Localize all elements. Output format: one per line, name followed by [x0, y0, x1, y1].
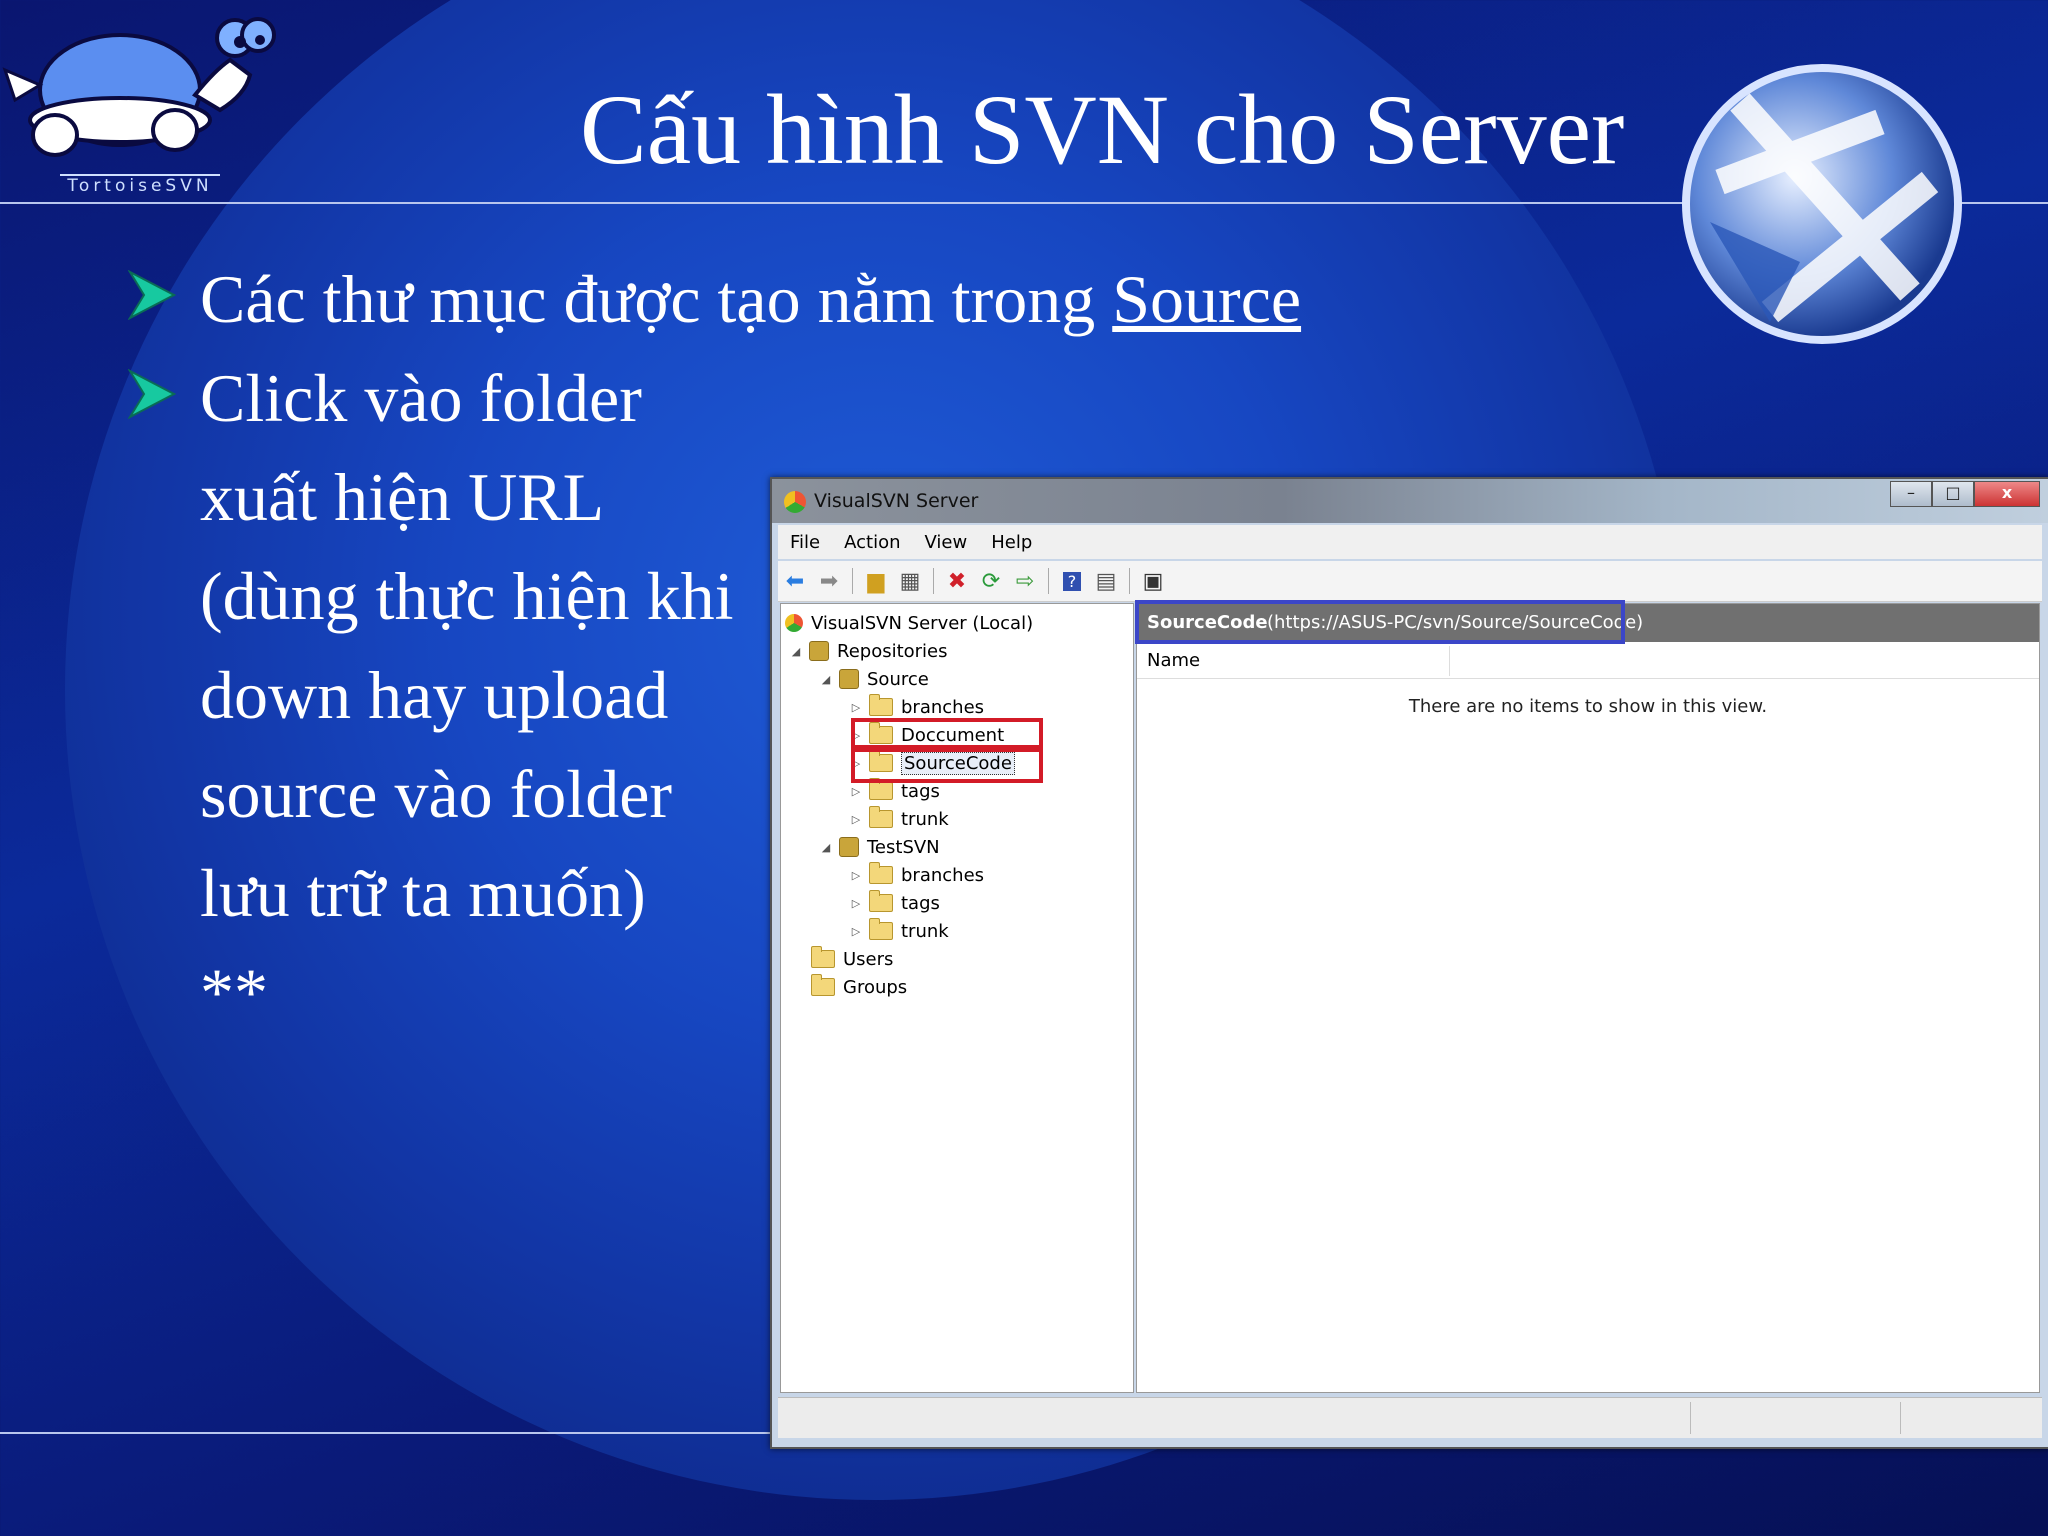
expand-arrow-icon[interactable]: ▷ — [849, 785, 863, 798]
maximize-button[interactable]: □ — [1932, 481, 1974, 507]
expand-arrow-icon[interactable]: ▷ — [849, 925, 863, 938]
column-divider[interactable] — [1449, 646, 1450, 676]
highlight-box-url — [1135, 600, 1625, 644]
refresh-icon[interactable]: ⟳ — [976, 566, 1006, 596]
toolbar-separator — [852, 568, 853, 594]
export-icon[interactable]: ⇨ — [1010, 566, 1040, 596]
expand-arrow-icon[interactable]: ▷ — [849, 813, 863, 826]
slide-title: Cấu hình SVN cho Server — [580, 74, 1625, 185]
arrow-bullet-icon — [128, 369, 176, 419]
tree-item-testsvn-trunk[interactable]: ▷ trunk — [849, 918, 949, 944]
window-titlebar[interactable]: VisualSVN Server – □ x — [772, 479, 2048, 523]
tree-label: Users — [843, 948, 894, 970]
delete-icon[interactable]: ✖ — [942, 566, 972, 596]
properties-icon[interactable]: ▣ — [1138, 566, 1168, 596]
view-icon[interactable]: ▤ — [1091, 566, 1121, 596]
footer-divider — [0, 1432, 772, 1434]
tree-item-users[interactable]: Users — [811, 946, 893, 972]
tree-item-source-branches[interactable]: ▷ branches — [849, 694, 984, 720]
folder-icon — [869, 918, 893, 940]
collapse-arrow-icon[interactable]: ◢ — [819, 841, 833, 854]
tree-item-testsvn[interactable]: ◢ TestSVN — [819, 834, 940, 860]
expand-arrow-icon[interactable]: ▷ — [849, 701, 863, 714]
folder-icon — [869, 694, 893, 716]
folder-icon — [869, 778, 893, 800]
column-name[interactable]: Name — [1147, 650, 1200, 671]
tree-label: branches — [901, 696, 985, 718]
tree-label: TestSVN — [867, 836, 940, 858]
bullet-text: Click vào folder — [200, 360, 642, 436]
tree-item-groups[interactable]: Groups — [811, 974, 907, 1000]
repository-icon — [839, 669, 859, 689]
show-hide-icon[interactable]: ▦ — [895, 566, 925, 596]
menu-action[interactable]: Action — [832, 532, 912, 553]
empty-message: There are no items to show in this view. — [1408, 696, 1768, 717]
highlight-box-sourcecode — [851, 745, 1043, 783]
folder-icon — [869, 890, 893, 912]
tree-item-repositories[interactable]: ◢ Repositories — [789, 638, 948, 664]
toolbar-separator — [933, 568, 934, 594]
tree-label: Groups — [843, 976, 908, 998]
folder-icon — [811, 946, 835, 968]
tree-label: tags — [901, 892, 940, 914]
tree-label: trunk — [901, 920, 949, 942]
tree-label: branches — [901, 864, 985, 886]
close-button[interactable]: x — [1974, 481, 2040, 507]
menu-view[interactable]: View — [913, 532, 980, 553]
status-divider — [1690, 1402, 1691, 1434]
arrow-bullet-icon — [128, 270, 176, 320]
server-icon — [785, 614, 803, 632]
toolbar: ⬅ ➡ ▆ ▦ ✖ ⟳ ⇨ ? ▤ ▣ — [778, 561, 2042, 602]
source-link[interactable]: Source — [1112, 261, 1301, 337]
logo-text: TortoiseSVN — [60, 174, 220, 198]
menu-file[interactable]: File — [778, 532, 832, 553]
tree-item-testsvn-branches[interactable]: ▷ branches — [849, 862, 984, 888]
column-header: Name — [1137, 644, 2039, 679]
tree-item-testsvn-tags[interactable]: ▷ tags — [849, 890, 940, 916]
tree-item-server[interactable]: VisualSVN Server (Local) — [785, 610, 1033, 636]
back-icon[interactable]: ⬅ — [780, 566, 810, 596]
globe-image — [1682, 64, 1962, 344]
minimize-button[interactable]: – — [1890, 481, 1932, 507]
folder-icon — [811, 974, 835, 996]
window-title: VisualSVN Server — [814, 490, 979, 512]
visualsvn-window: VisualSVN Server – □ x File Action View … — [770, 477, 2048, 1449]
folder-icon — [869, 862, 893, 884]
tree-label: Source — [867, 668, 929, 690]
up-folder-icon[interactable]: ▆ — [861, 566, 891, 596]
bullet-item: Click vào folder — [120, 349, 1301, 448]
menu-bar: File Action View Help — [778, 525, 2042, 559]
status-bar — [778, 1397, 2042, 1438]
toolbar-separator — [1129, 568, 1130, 594]
visualsvn-app-icon — [784, 491, 806, 513]
collapse-arrow-icon[interactable]: ◢ — [819, 673, 833, 686]
menu-help[interactable]: Help — [979, 532, 1044, 553]
bullet-text: Các thư mục được tạo nằm trong — [200, 261, 1113, 337]
bullet-item: Các thư mục được tạo nằm trong Source — [120, 250, 1301, 349]
tree-item-source[interactable]: ◢ Source — [819, 666, 929, 692]
detail-pane: SourceCode (https://ASUS-PC/svn/Source/S… — [1135, 600, 2040, 1393]
folder-icon — [869, 806, 893, 828]
repositories-icon — [809, 641, 829, 661]
toolbar-separator — [1048, 568, 1049, 594]
tortoisesvn-logo — [2, 17, 276, 157]
forward-icon[interactable]: ➡ — [814, 566, 844, 596]
collapse-arrow-icon[interactable]: ◢ — [789, 645, 803, 658]
tree-label: tags — [901, 780, 940, 802]
tree-label: trunk — [901, 808, 949, 830]
path-bar: SourceCode (https://ASUS-PC/svn/Source/S… — [1135, 600, 2039, 644]
expand-arrow-icon[interactable]: ▷ — [849, 897, 863, 910]
repository-icon — [839, 837, 859, 857]
status-divider — [1900, 1402, 1901, 1434]
tree-item-source-trunk[interactable]: ▷ trunk — [849, 806, 949, 832]
tree-label: VisualSVN Server (Local) — [811, 612, 1034, 634]
tree-label: Repositories — [837, 640, 948, 662]
expand-arrow-icon[interactable]: ▷ — [849, 869, 863, 882]
tree-pane: VisualSVN Server (Local) ◢ Repositories … — [780, 603, 1134, 1393]
help-icon[interactable]: ? — [1057, 566, 1087, 596]
